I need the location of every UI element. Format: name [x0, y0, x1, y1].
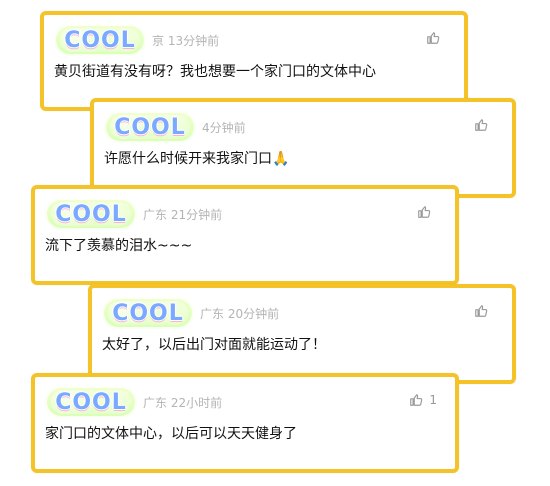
- like-control[interactable]: 1: [409, 393, 437, 407]
- comment-meta: COOL 4分钟前: [104, 111, 246, 143]
- location-time: 4分钟前: [202, 120, 246, 135]
- location-time: 亰 13分钟前: [152, 33, 220, 48]
- comment-card-3: COOL 广东 21分钟前 流下了羡慕的泪水~~~: [31, 185, 459, 285]
- comment-text: 黄贝街道有没有呀？我也想要一个家门口的文体中心: [54, 64, 376, 80]
- comment-card-1: COOL 亰 13分钟前 黄贝街道有没有呀？我也想要一个家门口的文体中心: [40, 11, 468, 111]
- location-time: 广东 21分钟前: [143, 207, 223, 222]
- location-time: 广东 20分钟前: [200, 306, 280, 321]
- like-control[interactable]: [426, 31, 446, 45]
- like-control[interactable]: [417, 205, 437, 219]
- comment-text: 许愿什么时候开来我家门口🙏: [104, 151, 290, 167]
- cool-logo: COOL: [45, 198, 137, 230]
- cool-logo-text: COOL: [114, 114, 186, 140]
- cool-logo-text: COOL: [55, 389, 127, 415]
- comment-text: 家门口的文体中心，以后可以天天健身了: [45, 426, 297, 442]
- location-time: 广东 22小时前: [143, 395, 223, 410]
- cool-logo: COOL: [54, 24, 146, 56]
- comment-collage: COOL 亰 13分钟前 黄贝街道有没有呀？我也想要一个家门口的文体中心 COO…: [0, 0, 550, 486]
- like-control[interactable]: [474, 304, 494, 318]
- thumbs-up-icon[interactable]: [474, 304, 488, 318]
- thumbs-up-icon[interactable]: [409, 393, 423, 407]
- comment-card-2: COOL 4分钟前 许愿什么时候开来我家门口🙏: [90, 98, 516, 198]
- cool-logo: COOL: [45, 386, 137, 418]
- comment-text: 流下了羡慕的泪水~~~: [45, 238, 193, 254]
- like-control[interactable]: [474, 118, 494, 132]
- comment-text: 太好了，以后出门对面就能运动了！: [102, 337, 326, 353]
- comment-meta: COOL 广东 21分钟前: [45, 198, 223, 230]
- cool-logo: COOL: [104, 111, 196, 143]
- cool-logo-text: COOL: [55, 201, 127, 227]
- thumbs-up-icon[interactable]: [426, 31, 440, 45]
- comment-card-5: COOL 广东 22小时前 1 家门口的文体中心，以后可以天天健身了: [31, 373, 459, 473]
- cool-logo-text: COOL: [112, 300, 184, 326]
- comment-meta: COOL 亰 13分钟前: [54, 24, 220, 56]
- thumbs-up-icon[interactable]: [417, 205, 431, 219]
- thumbs-up-icon[interactable]: [474, 118, 488, 132]
- cool-logo-text: COOL: [64, 27, 136, 53]
- like-count: 1: [429, 393, 437, 407]
- comment-meta: COOL 广东 22小时前: [45, 386, 223, 418]
- comment-meta: COOL 广东 20分钟前: [102, 297, 280, 329]
- cool-logo: COOL: [102, 297, 194, 329]
- comment-card-4: COOL 广东 20分钟前 太好了，以后出门对面就能运动了！: [88, 284, 516, 384]
